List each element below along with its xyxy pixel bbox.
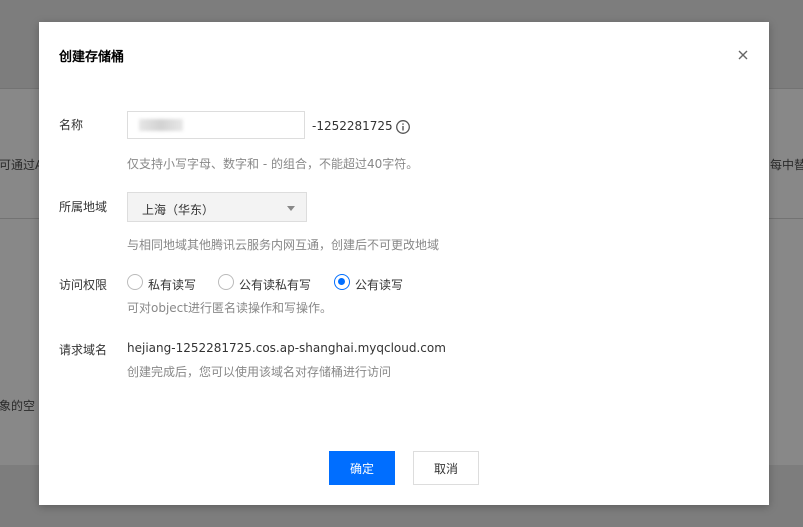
dialog-title: 创建存储桶 bbox=[59, 50, 125, 65]
name-help-text: 仅支持小写字母、数字和 - 的组合，不能超过40字符。 bbox=[127, 157, 419, 171]
create-bucket-dialog: 创建存储桶 名称 -1252281725 仅支持小写字母、数字和 - 的组合，不… bbox=[39, 22, 769, 505]
close-button[interactable] bbox=[735, 47, 751, 63]
bucket-name-input[interactable] bbox=[127, 111, 305, 139]
appid-suffix: -1252281725 bbox=[312, 119, 393, 133]
cancel-button[interactable]: 取消 bbox=[413, 451, 479, 485]
region-label: 所属地域 bbox=[59, 200, 108, 214]
region-help-text: 与相同地域其他腾讯云服务内网互通，创建后不可更改地域 bbox=[127, 238, 440, 252]
access-help-text: 可对object进行匿名读操作和写操作。 bbox=[127, 301, 332, 315]
domain-label: 请求域名 bbox=[59, 343, 108, 357]
radio-label: 公有读写 bbox=[355, 278, 404, 292]
radio-circle-icon bbox=[127, 274, 143, 290]
confirm-button[interactable]: 确定 bbox=[329, 451, 395, 485]
name-label: 名称 bbox=[59, 118, 84, 132]
info-icon[interactable] bbox=[395, 119, 411, 135]
region-select-value: 上海（华东） bbox=[142, 203, 215, 217]
background-text-right-1: 每中替换 bbox=[770, 158, 803, 172]
radio-label: 公有读私有写 bbox=[239, 278, 312, 292]
radio-checked-icon bbox=[334, 274, 350, 290]
radio-circle-icon bbox=[218, 274, 234, 290]
domain-help-text: 创建完成后，您可以使用该域名对存储桶进行访问 bbox=[127, 365, 392, 379]
region-select[interactable]: 上海（华东） bbox=[127, 192, 307, 222]
background-text-left-2: 象的空 bbox=[0, 399, 36, 413]
access-label: 访问权限 bbox=[59, 278, 108, 292]
radio-label: 私有读写 bbox=[148, 278, 197, 292]
chevron-down-icon bbox=[287, 206, 295, 211]
close-icon bbox=[738, 50, 748, 60]
request-domain-value: hejiang-1252281725.cos.ap-shanghai.myqcl… bbox=[127, 341, 446, 355]
background-text-left-1: 可通过A bbox=[0, 158, 44, 172]
